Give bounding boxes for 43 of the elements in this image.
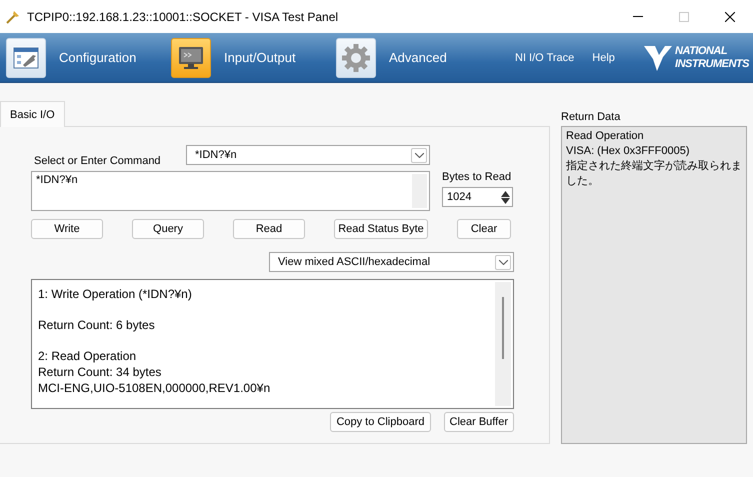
- action-button[interactable]: Read: [233, 219, 305, 239]
- down-arrow-icon: [501, 198, 510, 204]
- up-arrow-icon: [501, 190, 510, 196]
- toolbar-tab[interactable]: Advanced: [332, 33, 497, 82]
- window-title: TCPIP0::192.168.1.23::10001::SOCKET - VISA Test Panel: [27, 10, 340, 24]
- command-text-field[interactable]: *IDN?¥n: [31, 171, 430, 211]
- window-wrench-icon: [13, 46, 39, 68]
- output-line: MCI-ENG,UIO-5108EN,000000,REV1.00¥n: [38, 380, 270, 396]
- toolbar-tab[interactable]: Input/Output: [167, 33, 332, 82]
- output-line: Return Count: 6 bytes: [38, 317, 156, 333]
- minimize-icon: [633, 16, 643, 17]
- command-combobox[interactable]: *IDN?¥n: [186, 145, 430, 165]
- chevron-icon: [498, 260, 508, 264]
- output-line: 1: Write Operation (*IDN?¥n): [38, 286, 193, 302]
- app-icon: [6, 10, 20, 24]
- panel-tab[interactable]: Basic I/O: [0, 101, 65, 127]
- bytes-spinner[interactable]: 1024: [442, 187, 513, 207]
- maximize-icon: [679, 12, 689, 22]
- logo-text: INSTRUMENTS: [675, 58, 749, 70]
- scroll-thumb[interactable]: [502, 297, 504, 359]
- action-button[interactable]: Read Status Byte: [334, 219, 428, 239]
- return-data-label: Return Data: [561, 111, 622, 125]
- return-data-line: Read Operation: [566, 129, 645, 144]
- menu-link[interactable]: Help: [592, 52, 615, 64]
- output-line: Return Count: 34 bytes: [38, 364, 162, 380]
- logo-text: NATIONAL: [675, 44, 728, 58]
- action-button[interactable]: Query: [132, 219, 204, 239]
- toolbar-tab[interactable]: Configuration: [2, 33, 167, 82]
- menu-link[interactable]: NI I/O Trace: [515, 52, 574, 64]
- output-line: 2: Read Operation: [38, 348, 138, 364]
- action-button[interactable]: Write: [31, 219, 103, 239]
- return-data-line: 指定された終端文字が読み取られました。: [566, 159, 742, 189]
- buffer-button[interactable]: Copy to Clipboard: [330, 412, 430, 432]
- close-icon: [725, 12, 735, 22]
- view-mode-dropdown[interactable]: View mixed ASCII/hexadecimal: [269, 252, 514, 272]
- buffer-button[interactable]: Clear Buffer: [444, 412, 514, 432]
- gear-icon: [341, 42, 371, 72]
- action-button[interactable]: Clear: [457, 219, 511, 239]
- monitor-icon: [178, 46, 204, 70]
- bytes-label: Bytes to Read: [442, 171, 512, 183]
- command-label: Select or Enter Command: [33, 155, 162, 167]
- return-data-line: VISA: (Hex 0x3FFF0005): [566, 144, 690, 159]
- chevron-icon: [414, 152, 424, 158]
